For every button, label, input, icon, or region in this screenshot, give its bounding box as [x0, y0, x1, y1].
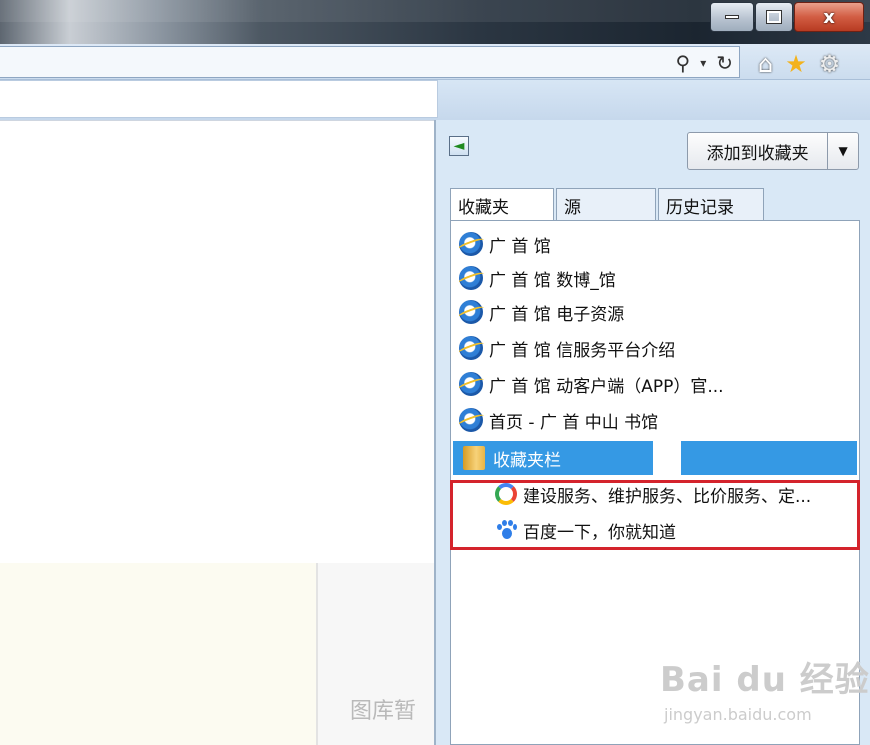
favorite-item[interactable]: 广 首 馆 动客户端（APP）官...: [459, 367, 857, 401]
tab-history[interactable]: 历史记录: [658, 188, 764, 220]
add-favorites-dropdown-icon[interactable]: ▼: [828, 133, 858, 169]
baidu-jingyan-watermark: Bai du 经验: [660, 660, 870, 700]
favorite-item-label: 广 首 馆 动客户端（APP）官...: [489, 376, 724, 397]
address-bar[interactable]: ⚲ ▾ ↻: [0, 46, 740, 78]
browser-tab[interactable]: [0, 80, 438, 118]
favorite-item-label: 广 首 馆 信服务平台介绍: [489, 340, 676, 361]
ie-page-icon: [459, 336, 483, 360]
star-icon[interactable]: ★: [785, 50, 807, 78]
add-to-favorites-button[interactable]: 添加到收藏夹 ▼: [687, 132, 859, 170]
restore-icon: [766, 10, 782, 24]
search-icon[interactable]: ⚲: [676, 51, 691, 75]
chevron-down-icon[interactable]: ▾: [700, 56, 706, 70]
favorite-item[interactable]: 广 首 馆 信服务平台介绍: [459, 331, 857, 365]
page-content: 图库暂: [0, 120, 434, 745]
favorite-item-label: 首页 - 广 首 中山 书馆: [489, 412, 659, 433]
address-bar-controls: ⚲ ▾ ↻: [676, 51, 733, 75]
pin-panel-icon[interactable]: ◄: [449, 136, 469, 156]
annotation-highlight-box: [450, 480, 860, 550]
favorite-item-label: 广 首 馆: [489, 236, 551, 257]
home-icon[interactable]: ⌂: [758, 50, 773, 78]
favorites-tabs: 收藏夹 源 历史记录: [450, 188, 766, 222]
ie-page-icon: [459, 408, 483, 432]
ie-page-icon: [459, 266, 483, 290]
folder-icon: [463, 446, 485, 470]
add-to-favorites-label[interactable]: 添加到收藏夹: [688, 133, 829, 169]
minimize-icon: [725, 15, 739, 19]
folder-row-gap: [653, 441, 681, 475]
browser-tools: ⌂ ★ ⚙: [758, 50, 840, 78]
close-button[interactable]: x: [794, 2, 864, 32]
favorite-item-label: 广 首 馆 数博_馆: [489, 270, 616, 291]
ie-page-icon: [459, 372, 483, 396]
watermark-url: jingyan.baidu.com: [664, 705, 812, 724]
tab-row: [0, 80, 870, 120]
image-placeholder-text: 图库暂: [350, 699, 417, 724]
command-bar: ⚲ ▾ ↻: [0, 44, 870, 80]
ie-page-icon: [459, 300, 483, 324]
gear-icon[interactable]: ⚙: [819, 50, 841, 78]
minimize-button[interactable]: [710, 2, 754, 32]
close-icon: x: [823, 6, 835, 28]
favorite-item[interactable]: 广 首 馆 电子资源: [459, 295, 857, 329]
ie-page-icon: [459, 232, 483, 256]
favorite-item[interactable]: 首页 - 广 首 中山 书馆: [459, 403, 857, 437]
folder-label: 收藏夹栏: [493, 450, 561, 471]
tab-feeds[interactable]: 源: [556, 188, 656, 220]
tab-favorites[interactable]: 收藏夹: [450, 188, 554, 222]
favorite-item[interactable]: 广 首 馆: [459, 227, 857, 261]
refresh-icon[interactable]: ↻: [716, 51, 733, 75]
favorites-bar-folder[interactable]: 收藏夹栏: [453, 441, 857, 475]
content-block: [0, 563, 316, 745]
restore-button[interactable]: [755, 2, 793, 32]
favorite-item[interactable]: 广 首 馆 数博_馆: [459, 261, 857, 295]
window-title-bar: x: [0, 0, 870, 44]
favorite-item-label: 广 首 馆 电子资源: [489, 304, 625, 325]
